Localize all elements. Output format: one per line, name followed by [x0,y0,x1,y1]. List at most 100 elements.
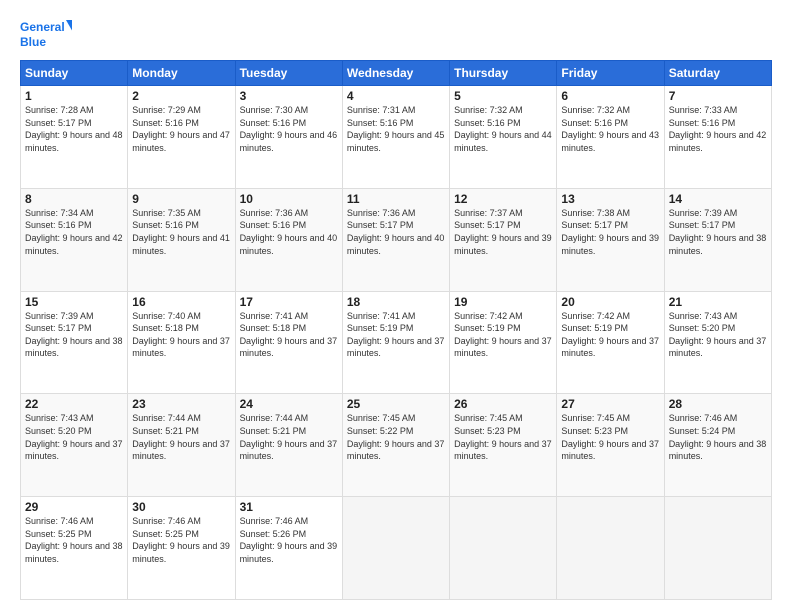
svg-text:Blue: Blue [20,35,46,49]
calendar-cell: 1 Sunrise: 7:28 AMSunset: 5:17 PMDayligh… [21,86,128,189]
calendar-cell: 2 Sunrise: 7:29 AMSunset: 5:16 PMDayligh… [128,86,235,189]
day-number: 9 [132,192,230,206]
calendar-cell: 17 Sunrise: 7:41 AMSunset: 5:18 PMDaylig… [235,291,342,394]
calendar-cell: 16 Sunrise: 7:40 AMSunset: 5:18 PMDaylig… [128,291,235,394]
calendar-cell: 13 Sunrise: 7:38 AMSunset: 5:17 PMDaylig… [557,188,664,291]
day-info: Sunrise: 7:41 AMSunset: 5:18 PMDaylight:… [240,311,338,359]
day-number: 21 [669,295,767,309]
day-number: 13 [561,192,659,206]
calendar-cell: 20 Sunrise: 7:42 AMSunset: 5:19 PMDaylig… [557,291,664,394]
calendar-cell [664,497,771,600]
calendar-cell: 6 Sunrise: 7:32 AMSunset: 5:16 PMDayligh… [557,86,664,189]
day-number: 28 [669,397,767,411]
day-number: 11 [347,192,445,206]
week-row-2: 8 Sunrise: 7:34 AMSunset: 5:16 PMDayligh… [21,188,772,291]
calendar-cell: 27 Sunrise: 7:45 AMSunset: 5:23 PMDaylig… [557,394,664,497]
calendar-cell: 10 Sunrise: 7:36 AMSunset: 5:16 PMDaylig… [235,188,342,291]
calendar-cell: 25 Sunrise: 7:45 AMSunset: 5:22 PMDaylig… [342,394,449,497]
col-header-tuesday: Tuesday [235,61,342,86]
day-number: 10 [240,192,338,206]
day-info: Sunrise: 7:44 AMSunset: 5:21 PMDaylight:… [240,413,338,461]
day-info: Sunrise: 7:46 AMSunset: 5:25 PMDaylight:… [132,516,230,564]
day-number: 20 [561,295,659,309]
calendar-cell: 8 Sunrise: 7:34 AMSunset: 5:16 PMDayligh… [21,188,128,291]
day-info: Sunrise: 7:42 AMSunset: 5:19 PMDaylight:… [454,311,552,359]
calendar-cell [342,497,449,600]
day-info: Sunrise: 7:31 AMSunset: 5:16 PMDaylight:… [347,105,445,153]
calendar-cell: 15 Sunrise: 7:39 AMSunset: 5:17 PMDaylig… [21,291,128,394]
day-info: Sunrise: 7:29 AMSunset: 5:16 PMDaylight:… [132,105,230,153]
calendar-cell: 26 Sunrise: 7:45 AMSunset: 5:23 PMDaylig… [450,394,557,497]
calendar-cell [557,497,664,600]
calendar-cell: 11 Sunrise: 7:36 AMSunset: 5:17 PMDaylig… [342,188,449,291]
week-row-5: 29 Sunrise: 7:46 AMSunset: 5:25 PMDaylig… [21,497,772,600]
day-info: Sunrise: 7:36 AMSunset: 5:17 PMDaylight:… [347,208,445,256]
day-info: Sunrise: 7:39 AMSunset: 5:17 PMDaylight:… [25,311,123,359]
day-number: 14 [669,192,767,206]
day-info: Sunrise: 7:45 AMSunset: 5:22 PMDaylight:… [347,413,445,461]
week-row-4: 22 Sunrise: 7:43 AMSunset: 5:20 PMDaylig… [21,394,772,497]
calendar-cell: 28 Sunrise: 7:46 AMSunset: 5:24 PMDaylig… [664,394,771,497]
day-info: Sunrise: 7:43 AMSunset: 5:20 PMDaylight:… [669,311,767,359]
week-row-3: 15 Sunrise: 7:39 AMSunset: 5:17 PMDaylig… [21,291,772,394]
day-number: 25 [347,397,445,411]
calendar-cell: 30 Sunrise: 7:46 AMSunset: 5:25 PMDaylig… [128,497,235,600]
calendar-cell: 12 Sunrise: 7:37 AMSunset: 5:17 PMDaylig… [450,188,557,291]
day-info: Sunrise: 7:35 AMSunset: 5:16 PMDaylight:… [132,208,230,256]
day-info: Sunrise: 7:28 AMSunset: 5:17 PMDaylight:… [25,105,123,153]
day-info: Sunrise: 7:37 AMSunset: 5:17 PMDaylight:… [454,208,552,256]
day-number: 16 [132,295,230,309]
day-number: 5 [454,89,552,103]
day-number: 27 [561,397,659,411]
day-info: Sunrise: 7:32 AMSunset: 5:16 PMDaylight:… [561,105,659,153]
day-number: 8 [25,192,123,206]
day-number: 24 [240,397,338,411]
calendar-cell: 24 Sunrise: 7:44 AMSunset: 5:21 PMDaylig… [235,394,342,497]
day-number: 1 [25,89,123,103]
col-header-wednesday: Wednesday [342,61,449,86]
day-info: Sunrise: 7:33 AMSunset: 5:16 PMDaylight:… [669,105,767,153]
day-info: Sunrise: 7:39 AMSunset: 5:17 PMDaylight:… [669,208,767,256]
col-header-thursday: Thursday [450,61,557,86]
day-info: Sunrise: 7:42 AMSunset: 5:19 PMDaylight:… [561,311,659,359]
day-info: Sunrise: 7:36 AMSunset: 5:16 PMDaylight:… [240,208,338,256]
calendar-cell: 3 Sunrise: 7:30 AMSunset: 5:16 PMDayligh… [235,86,342,189]
calendar-cell: 14 Sunrise: 7:39 AMSunset: 5:17 PMDaylig… [664,188,771,291]
week-row-1: 1 Sunrise: 7:28 AMSunset: 5:17 PMDayligh… [21,86,772,189]
calendar-table: SundayMondayTuesdayWednesdayThursdayFrid… [20,60,772,600]
day-info: Sunrise: 7:40 AMSunset: 5:18 PMDaylight:… [132,311,230,359]
day-number: 7 [669,89,767,103]
logo-icon: General Blue [20,16,72,52]
day-info: Sunrise: 7:46 AMSunset: 5:25 PMDaylight:… [25,516,123,564]
calendar-cell: 22 Sunrise: 7:43 AMSunset: 5:20 PMDaylig… [21,394,128,497]
day-number: 31 [240,500,338,514]
col-header-sunday: Sunday [21,61,128,86]
calendar-cell: 4 Sunrise: 7:31 AMSunset: 5:16 PMDayligh… [342,86,449,189]
day-info: Sunrise: 7:45 AMSunset: 5:23 PMDaylight:… [561,413,659,461]
calendar-cell: 7 Sunrise: 7:33 AMSunset: 5:16 PMDayligh… [664,86,771,189]
col-header-friday: Friday [557,61,664,86]
calendar-cell: 5 Sunrise: 7:32 AMSunset: 5:16 PMDayligh… [450,86,557,189]
calendar-cell: 31 Sunrise: 7:46 AMSunset: 5:26 PMDaylig… [235,497,342,600]
header: General Blue [20,16,772,52]
logo: General Blue [20,16,72,52]
day-number: 26 [454,397,552,411]
day-number: 18 [347,295,445,309]
col-header-saturday: Saturday [664,61,771,86]
calendar-cell: 9 Sunrise: 7:35 AMSunset: 5:16 PMDayligh… [128,188,235,291]
day-number: 22 [25,397,123,411]
day-number: 2 [132,89,230,103]
day-number: 19 [454,295,552,309]
day-info: Sunrise: 7:38 AMSunset: 5:17 PMDaylight:… [561,208,659,256]
day-info: Sunrise: 7:34 AMSunset: 5:16 PMDaylight:… [25,208,123,256]
calendar-cell [450,497,557,600]
calendar-cell: 18 Sunrise: 7:41 AMSunset: 5:19 PMDaylig… [342,291,449,394]
day-number: 29 [25,500,123,514]
day-number: 15 [25,295,123,309]
day-info: Sunrise: 7:43 AMSunset: 5:20 PMDaylight:… [25,413,123,461]
day-info: Sunrise: 7:45 AMSunset: 5:23 PMDaylight:… [454,413,552,461]
day-number: 23 [132,397,230,411]
calendar-cell: 23 Sunrise: 7:44 AMSunset: 5:21 PMDaylig… [128,394,235,497]
calendar-cell: 19 Sunrise: 7:42 AMSunset: 5:19 PMDaylig… [450,291,557,394]
day-number: 3 [240,89,338,103]
